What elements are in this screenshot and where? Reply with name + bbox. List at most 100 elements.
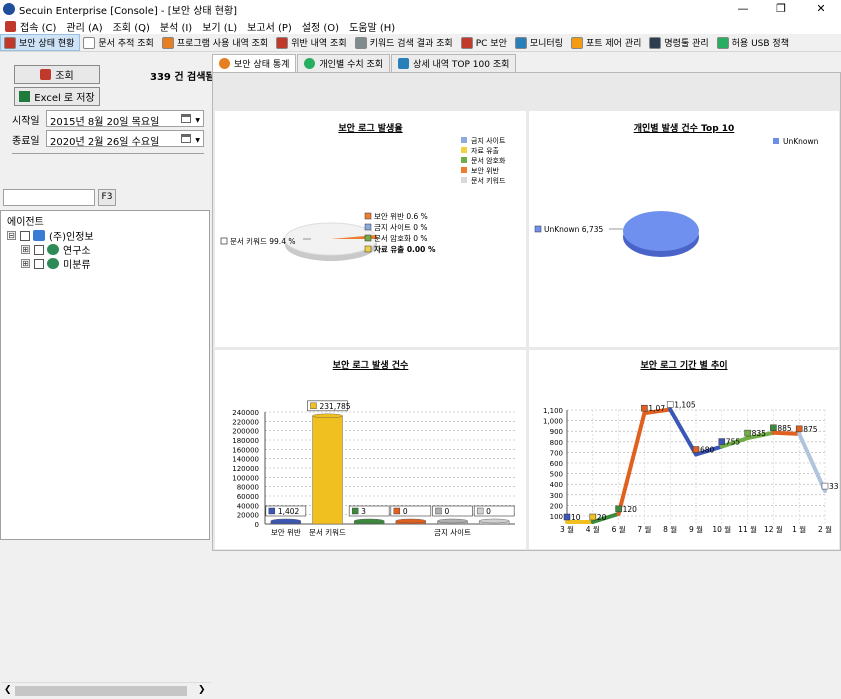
series-segment xyxy=(771,430,802,436)
menu-report[interactable]: 보고서 (P) xyxy=(247,19,292,34)
minimize-button[interactable]: — xyxy=(728,0,758,18)
tab-security-stats[interactable]: 보안 상태 통계 xyxy=(212,54,297,72)
x-tick-label: 문서 키워드 xyxy=(309,528,346,537)
toolbar-icon xyxy=(276,36,289,49)
bar-data-label: 1,402 xyxy=(278,507,300,516)
search-icon xyxy=(40,69,52,80)
toolbar-item-0[interactable]: 보안 상태 현황 xyxy=(0,34,81,51)
close-button[interactable]: ✕ xyxy=(806,0,836,18)
tree-node-unclassified[interactable]: ⊞ 미분류 xyxy=(21,256,91,271)
end-date-picker[interactable]: 2020년 2월 26일 수요일 ▼ xyxy=(46,130,204,148)
toolbar: 보안 상태 현황 문서 추적 조회 프로그램 사용 내역 조회 위반 내역 조회 키워드… xyxy=(0,34,841,52)
maximize-button[interactable]: ❐ xyxy=(766,0,796,18)
menu-help[interactable]: 도움말 (H) xyxy=(349,19,395,34)
pie-data-label: 자료 유출 0.00 % xyxy=(374,244,436,254)
toolbar-item-1[interactable]: 문서 추적 조회 xyxy=(80,34,158,51)
divider xyxy=(12,153,204,154)
point-marker xyxy=(821,482,829,490)
toolbar-label: 프로그램 사용 내역 조회 xyxy=(176,39,269,49)
toolbar-icon xyxy=(570,36,583,49)
table-icon xyxy=(398,58,410,69)
f3-button[interactable]: F3 xyxy=(98,189,116,206)
point-data-label: 885 xyxy=(777,424,792,433)
toolbar-item-2[interactable]: 프로그램 사용 내역 조회 xyxy=(159,34,273,51)
x-tick-label: 보안 위반 xyxy=(271,527,301,537)
toolbar-item-4[interactable]: 키워드 검색 결과 조회 xyxy=(352,34,458,51)
tree-checkbox[interactable] xyxy=(34,244,44,255)
collapse-icon[interactable]: ⊟ xyxy=(7,231,16,240)
bar-top xyxy=(270,518,302,524)
scroll-left-icon[interactable]: ❮ xyxy=(4,685,12,695)
point-data-label: 20 xyxy=(597,513,607,522)
lock-icon xyxy=(5,20,16,32)
toolbar-label: 포트 제어 관리 xyxy=(585,39,642,49)
menu-settings[interactable]: 설정 (O) xyxy=(302,19,339,34)
y-tick-label: 200 xyxy=(550,502,563,510)
data-label-swatch xyxy=(220,237,228,245)
menu-analyze[interactable]: 분석 (I) xyxy=(160,19,192,34)
toolbar-icon xyxy=(716,36,729,49)
expand-icon[interactable]: ⊞ xyxy=(21,245,30,254)
point-marker xyxy=(692,446,700,453)
toolbar-label: 문서 추적 조회 xyxy=(98,39,154,49)
legend-label: 보안 위반 xyxy=(471,166,500,175)
tab-top100[interactable]: 상세 내역 TOP 100 조회 xyxy=(391,54,517,72)
user-icon xyxy=(304,58,316,69)
menu-view[interactable]: 보기 (L) xyxy=(202,19,237,34)
x-tick-label: 11 월 xyxy=(738,524,757,534)
search-button[interactable]: 조회 xyxy=(14,65,100,84)
y-tick-label: 80000 xyxy=(237,484,259,492)
tab-personal-stats[interactable]: 개인별 수치 조회 xyxy=(297,54,391,72)
legend-label: 문서 키워드 xyxy=(471,176,506,185)
data-label-swatch xyxy=(534,225,542,233)
horizontal-scrollbar[interactable]: ❮ ❯ xyxy=(1,682,211,699)
point-marker xyxy=(718,438,726,445)
tree-node-company[interactable]: ⊟ (주)인정보 xyxy=(7,228,94,243)
toolbar-item-6[interactable]: 모니터링 xyxy=(512,34,568,51)
panel-log-trend: 보안 로그 기간 별 추이 1,100 1,000 900 800 700 600 500 4… xyxy=(529,350,839,549)
scroll-right-icon[interactable]: ❯ xyxy=(198,685,206,695)
y-tick-label: 220000 xyxy=(232,418,259,426)
toolbar-item-8[interactable]: 명령툴 관리 xyxy=(646,34,713,51)
tree-checkbox[interactable] xyxy=(20,230,30,241)
menu-query[interactable]: 조회 (Q) xyxy=(113,19,150,34)
start-date-picker[interactable]: 2015년 8월 20일 목요일 ▼ xyxy=(46,110,204,128)
toolbar-item-9[interactable]: 허용 USB 정책 xyxy=(714,34,794,51)
agent-search-input[interactable] xyxy=(3,189,95,206)
toolbar-icon xyxy=(161,36,174,49)
y-tick-label: 800 xyxy=(550,439,563,447)
toolbar-item-7[interactable]: 포트 제어 관리 xyxy=(568,34,646,51)
toolbar-item-3[interactable]: 위반 내역 조회 xyxy=(273,34,351,51)
tree-checkbox[interactable] xyxy=(34,258,44,269)
excel-icon xyxy=(19,91,31,102)
tree-header: 에이전트 xyxy=(7,217,44,228)
data-label-swatch xyxy=(393,507,401,515)
scrollbar-thumb[interactable] xyxy=(15,686,187,696)
y-tick-label: 400 xyxy=(550,481,563,489)
legend-swatch xyxy=(461,177,467,183)
expand-icon[interactable]: ⊞ xyxy=(21,259,30,268)
x-tick-label: 4 월 xyxy=(586,524,600,534)
y-tick-label: 900 xyxy=(550,428,563,436)
building-icon xyxy=(33,230,45,241)
y-tick-label: 40000 xyxy=(237,502,259,510)
chevron-down-icon: ▼ xyxy=(195,117,200,124)
toolbar-item-5[interactable]: PC 보안 xyxy=(458,34,512,51)
point-marker xyxy=(666,401,674,408)
y-tick-label: 300 xyxy=(550,492,563,500)
series-segment xyxy=(797,431,827,494)
y-tick-label: 140000 xyxy=(232,456,259,464)
menu-manage[interactable]: 관리 (A) xyxy=(66,19,102,34)
excel-export-button[interactable]: Excel 로 저장 xyxy=(14,87,100,106)
toolbar-label: 보안 상태 현황 xyxy=(19,39,75,49)
log-rate-pie-chart: 금지 사이트자료 유출문서 암호화보안 위반문서 키워드보안 위반 0.6 %금… xyxy=(220,136,506,261)
x-tick-label: 7 월 xyxy=(637,524,651,534)
tree-node-research[interactable]: ⊞ 연구소 xyxy=(21,242,91,257)
y-tick-label: 1,000 xyxy=(543,418,563,426)
point-data-label: 875 xyxy=(803,425,818,434)
bar-data-label: 0 xyxy=(445,507,450,516)
panel-log-rate: 보안 로그 발생율 금지 사이트 자료 유출 문서 암호화 보안 위반 문서 키워드 보안… xyxy=(215,111,526,347)
log-count-bar-chart: 2400002200002000001800001600001400001200… xyxy=(232,400,515,537)
menu-connect[interactable]: 접속 (C) xyxy=(5,19,56,34)
legend-label: 자료 유출 xyxy=(471,146,500,155)
